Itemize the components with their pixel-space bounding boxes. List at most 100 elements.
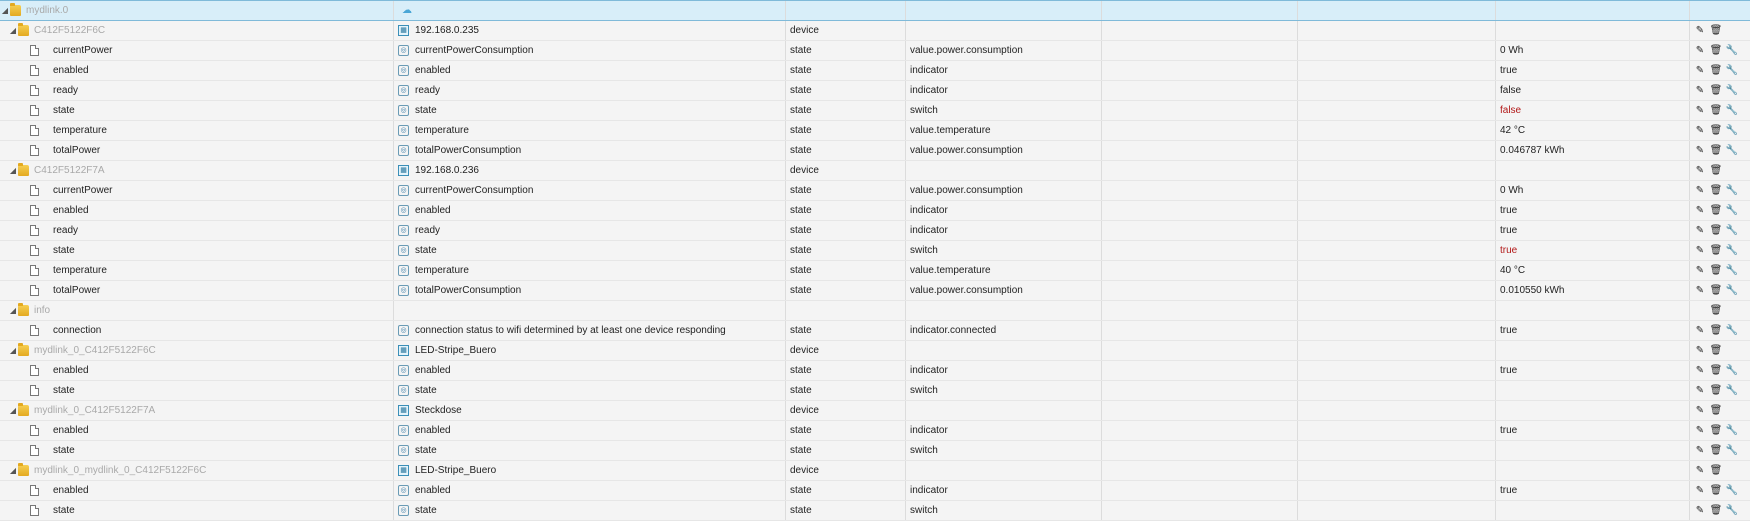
expand-arrow-icon[interactable]: ◢ <box>8 466 18 475</box>
wrench-icon[interactable]: 🔧 <box>1726 284 1738 298</box>
wrench-icon[interactable]: 🔧 <box>1726 204 1738 218</box>
tree-row[interactable]: enabled ◎ enabled state indicator true ✎ 🗑 🔧 <box>0 61 1750 81</box>
wrench-icon[interactable]: 🔧 <box>1726 324 1738 338</box>
tree-row[interactable]: ready ◎ ready state indicator true ✎ 🗑 🔧 <box>0 221 1750 241</box>
wrench-icon[interactable]: 🔧 <box>1726 104 1738 118</box>
pencil-icon[interactable]: ✎ <box>1694 124 1706 138</box>
expand-arrow-icon[interactable]: ◢ <box>8 26 18 35</box>
trash-icon[interactable]: 🗑 <box>1710 424 1723 438</box>
tree-row[interactable]: state ◎ state state switch ✎ 🗑 🔧 <box>0 381 1750 401</box>
tree-row[interactable]: ◢ info 🗑 <box>0 301 1750 321</box>
expand-arrow-icon[interactable]: ◢ <box>8 306 18 315</box>
trash-icon[interactable]: 🗑 <box>1710 484 1723 498</box>
trash-icon[interactable]: 🗑 <box>1710 24 1723 38</box>
wrench-icon[interactable]: 🔧 <box>1726 144 1738 158</box>
tree-row[interactable]: temperature ◎ temperature state value.temper… <box>0 261 1750 281</box>
wrench-icon[interactable]: 🔧 <box>1726 224 1738 238</box>
trash-icon[interactable]: 🗑 <box>1710 104 1723 118</box>
pencil-icon[interactable]: ✎ <box>1694 404 1706 418</box>
wrench-icon[interactable]: 🔧 <box>1726 264 1738 278</box>
pencil-icon[interactable]: ✎ <box>1694 384 1706 398</box>
wrench-icon[interactable]: 🔧 <box>1726 184 1738 198</box>
tree-row[interactable]: enabled ◎ enabled state indicator true ✎ 🗑 🔧 <box>0 421 1750 441</box>
tree-row[interactable]: currentPower ◎ currentPowerConsumption stat… <box>0 41 1750 61</box>
trash-icon[interactable]: 🗑 <box>1710 64 1723 78</box>
pencil-icon[interactable]: ✎ <box>1694 104 1706 118</box>
pencil-icon[interactable]: ✎ <box>1694 164 1706 178</box>
wrench-icon[interactable]: 🔧 <box>1726 64 1738 78</box>
trash-icon[interactable]: 🗑 <box>1710 164 1723 178</box>
trash-icon[interactable]: 🗑 <box>1710 264 1723 278</box>
trash-icon[interactable]: 🗑 <box>1710 324 1723 338</box>
tree-row[interactable]: ◢ C412F5122F6C ▦ 192.168.0.235 device ✎ 🗑 <box>0 21 1750 41</box>
pencil-icon[interactable]: ✎ <box>1694 144 1706 158</box>
wrench-icon[interactable]: 🔧 <box>1726 44 1738 58</box>
tree-row[interactable]: state ◎ state state switch false ✎ 🗑 🔧 <box>0 101 1750 121</box>
wrench-icon[interactable]: 🔧 <box>1726 364 1738 378</box>
trash-icon[interactable]: 🗑 <box>1710 344 1723 358</box>
pencil-icon[interactable]: ✎ <box>1694 224 1706 238</box>
tree-row[interactable]: connection ◎ connection status to wifi det… <box>0 321 1750 341</box>
pencil-icon[interactable]: ✎ <box>1694 364 1706 378</box>
trash-icon[interactable]: 🗑 <box>1710 284 1723 298</box>
wrench-icon[interactable]: 🔧 <box>1726 124 1738 138</box>
pencil-icon[interactable]: ✎ <box>1694 444 1706 458</box>
trash-icon[interactable]: 🗑 <box>1710 464 1723 478</box>
pencil-icon[interactable]: ✎ <box>1694 84 1706 98</box>
tree-row[interactable]: currentPower ◎ currentPowerConsumption stat… <box>0 181 1750 201</box>
pencil-icon[interactable]: ✎ <box>1694 264 1706 278</box>
trash-icon[interactable]: 🗑 <box>1710 244 1723 258</box>
pencil-icon[interactable]: ✎ <box>1694 504 1706 518</box>
tree-row[interactable]: temperature ◎ temperature state value.temper… <box>0 121 1750 141</box>
tree-row[interactable]: enabled ◎ enabled state indicator true ✎ 🗑 🔧 <box>0 201 1750 221</box>
pencil-icon[interactable]: ✎ <box>1694 64 1706 78</box>
pencil-icon[interactable]: ✎ <box>1694 44 1706 58</box>
pencil-icon[interactable]: ✎ <box>1694 184 1706 198</box>
expand-arrow-icon[interactable]: ◢ <box>8 166 18 175</box>
wrench-icon[interactable]: 🔧 <box>1726 504 1738 518</box>
pencil-icon[interactable]: ✎ <box>1694 324 1706 338</box>
trash-icon[interactable]: 🗑 <box>1710 404 1723 418</box>
wrench-icon[interactable]: 🔧 <box>1726 424 1738 438</box>
trash-icon[interactable]: 🗑 <box>1710 384 1723 398</box>
tree-row[interactable]: state ◎ state state switch true ✎ 🗑 🔧 <box>0 241 1750 261</box>
pencil-icon[interactable]: ✎ <box>1694 484 1706 498</box>
tree-row[interactable]: enabled ◎ enabled state indicator true ✎ 🗑 🔧 <box>0 481 1750 501</box>
trash-icon[interactable]: 🗑 <box>1710 304 1723 318</box>
trash-icon[interactable]: 🗑 <box>1710 444 1723 458</box>
pencil-icon[interactable]: ✎ <box>1694 284 1706 298</box>
pencil-icon[interactable]: ✎ <box>1694 344 1706 358</box>
pencil-icon[interactable]: ✎ <box>1694 204 1706 218</box>
trash-icon[interactable]: 🗑 <box>1710 204 1723 218</box>
trash-icon[interactable]: 🗑 <box>1710 364 1723 378</box>
trash-icon[interactable]: 🗑 <box>1710 144 1723 158</box>
expand-arrow-icon[interactable]: ◢ <box>8 406 18 415</box>
trash-icon[interactable]: 🗑 <box>1710 504 1723 518</box>
wrench-icon[interactable]: 🔧 <box>1726 84 1738 98</box>
tree-row[interactable]: state ◎ state state switch ✎ 🗑 🔧 <box>0 501 1750 521</box>
trash-icon[interactable]: 🗑 <box>1710 224 1723 238</box>
tree-row[interactable]: enabled ◎ enabled state indicator true ✎ 🗑 🔧 <box>0 361 1750 381</box>
tree-row[interactable]: ◢ C412F5122F7A ▦ 192.168.0.236 device ✎ 🗑 <box>0 161 1750 181</box>
wrench-icon[interactable]: 🔧 <box>1726 384 1738 398</box>
tree-row[interactable]: ◢ mydlink_0_C412F5122F6C ▦ LED-Stripe_Buero… <box>0 341 1750 361</box>
tree-row[interactable]: ready ◎ ready state indicator false ✎ 🗑 🔧 <box>0 81 1750 101</box>
trash-icon[interactable]: 🗑 <box>1710 84 1723 98</box>
wrench-icon[interactable]: 🔧 <box>1726 484 1738 498</box>
wrench-icon[interactable]: 🔧 <box>1726 444 1738 458</box>
tree-row[interactable]: totalPower ◎ totalPowerConsumption state val… <box>0 281 1750 301</box>
tree-root-row[interactable]: ◢ mydlink.0 ☁ 🗑 <box>0 0 1750 21</box>
tree-row[interactable]: ◢ mydlink_0_C412F5122F7A ▦ Steckdose device ✎… <box>0 401 1750 421</box>
tree-row[interactable]: totalPower ◎ totalPowerConsumption state val… <box>0 141 1750 161</box>
pencil-icon[interactable]: ✎ <box>1694 24 1706 38</box>
trash-icon[interactable]: 🗑 <box>1710 184 1723 198</box>
pencil-icon[interactable]: ✎ <box>1694 424 1706 438</box>
trash-icon[interactable]: 🗑 <box>1710 44 1723 58</box>
tree-row[interactable]: ◢ mydlink_0_mydlink_0_C412F5122F6C ▦ LED-St… <box>0 461 1750 481</box>
expand-arrow-icon[interactable]: ◢ <box>8 346 18 355</box>
trash-icon[interactable]: 🗑 <box>1710 124 1723 138</box>
pencil-icon[interactable]: ✎ <box>1694 464 1706 478</box>
expand-arrow-icon[interactable]: ◢ <box>0 6 10 15</box>
tree-row[interactable]: state ◎ state state switch ✎ 🗑 🔧 <box>0 441 1750 461</box>
wrench-icon[interactable]: 🔧 <box>1726 244 1738 258</box>
